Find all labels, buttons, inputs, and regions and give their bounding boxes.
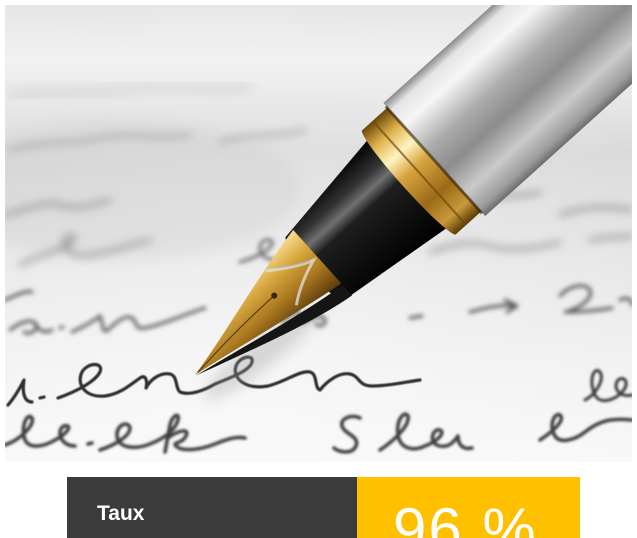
stat-label: Taux	[97, 502, 145, 525]
stat-value-box: 96 %	[357, 477, 580, 538]
stat-label-box: Taux	[67, 477, 357, 538]
stat-value: 96 %	[393, 496, 538, 538]
stat-card: Taux 96 %	[67, 477, 580, 538]
fountain-pen-photo	[5, 5, 632, 462]
